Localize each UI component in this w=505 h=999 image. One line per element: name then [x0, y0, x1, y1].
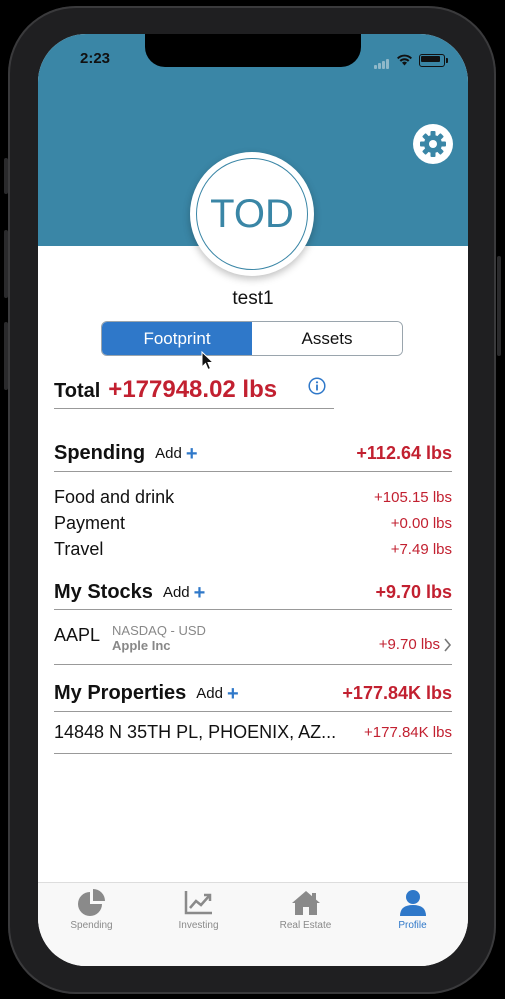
spending-row[interactable]: Payment +0.00 lbs: [54, 513, 452, 534]
stocks-total: +9.70 lbs: [375, 582, 452, 602]
spending-row[interactable]: Travel +7.49 lbs: [54, 539, 452, 560]
battery-icon: [419, 53, 448, 67]
tab-spending-label: Spending: [70, 920, 113, 931]
tab-profile[interactable]: Profile: [359, 889, 466, 931]
person-icon: [399, 890, 426, 916]
mute-switch: [4, 158, 8, 194]
info-icon[interactable]: [308, 377, 326, 395]
properties-header: My Properties Add + +177.84K lbs: [54, 682, 452, 705]
gear-icon: [420, 131, 446, 157]
status-time: 2:23: [80, 50, 111, 67]
total-divider: [54, 408, 334, 409]
stock-exchange: NASDAQ - USD: [112, 623, 206, 638]
mouse-cursor-icon: [201, 351, 215, 371]
spending-row[interactable]: Food and drink +105.15 lbs: [54, 487, 452, 508]
total-value: +177948.02 lbs: [108, 376, 278, 403]
plus-icon: +: [185, 442, 198, 465]
segment-assets[interactable]: Assets: [252, 322, 402, 355]
spending-row-label: Payment: [54, 513, 126, 533]
stock-row-divider: [54, 664, 452, 665]
tab-spending[interactable]: Spending: [38, 889, 145, 931]
properties-total: +177.84K lbs: [342, 683, 452, 703]
property-address: 14848 N 35TH PL, PHOENIX, AZ...: [54, 722, 337, 742]
properties-add-button[interactable]: Add +: [196, 684, 238, 704]
property-row-divider: [54, 753, 452, 754]
spending-row-label: Travel: [54, 539, 104, 559]
avatar[interactable]: TOD: [190, 152, 314, 276]
avatar-initials: TOD: [196, 158, 308, 270]
stock-row[interactable]: AAPL NASDAQ - USD Apple Inc +9.70 lbs: [54, 623, 452, 659]
username: test1: [232, 288, 274, 309]
total-label: Total: [54, 380, 101, 402]
status-icons: [374, 51, 448, 69]
cellular-signal-icon: [374, 51, 390, 69]
tab-bar: Spending Investing Real Estate Profile: [38, 882, 468, 966]
spending-row-label: Food and drink: [54, 487, 175, 507]
volume-down-button: [4, 322, 8, 390]
stock-value: +9.70 lbs: [378, 636, 440, 653]
power-button: [497, 256, 501, 356]
view-segmented-control[interactable]: Footprint Assets: [101, 321, 403, 356]
spending-header: Spending Add + +112.64 lbs: [54, 442, 452, 465]
app-screen: 2:23 TOD test1 Footprint Assets Total +1…: [38, 34, 468, 966]
plus-icon: +: [193, 581, 206, 604]
stocks-title: My Stocks: [54, 581, 153, 603]
spending-divider: [54, 471, 452, 472]
tab-investing[interactable]: Investing: [145, 889, 252, 931]
wifi-icon: [397, 54, 412, 66]
tab-investing-label: Investing: [178, 920, 219, 931]
tab-real-estate-label: Real Estate: [279, 920, 332, 931]
segment-footprint[interactable]: Footprint: [102, 322, 252, 355]
spending-row-value: +0.00 lbs: [390, 515, 452, 532]
spending-total: +112.64 lbs: [356, 443, 452, 463]
stocks-add-label: Add: [162, 584, 190, 601]
spending-add-label: Add: [155, 445, 182, 462]
total-row: Total +177948.02 lbs: [54, 376, 277, 404]
house-icon: [291, 891, 320, 915]
settings-button[interactable]: [413, 124, 453, 164]
spending-row-value: +105.15 lbs: [374, 489, 452, 506]
volume-up-button: [4, 230, 8, 298]
tab-profile-label: Profile: [398, 920, 427, 931]
properties-add-label: Add: [196, 685, 223, 702]
spending-title: Spending: [54, 442, 146, 464]
stocks-add-button[interactable]: Add +: [163, 583, 205, 603]
stocks-header: My Stocks Add + +9.70 lbs: [54, 581, 452, 604]
properties-divider: [54, 711, 452, 712]
stocks-divider: [54, 609, 452, 610]
trend-chart-icon: [184, 891, 212, 915]
stock-company: Apple Inc: [112, 638, 171, 653]
spending-add-button[interactable]: Add +: [155, 444, 197, 464]
property-row[interactable]: 14848 N 35TH PL, PHOENIX, AZ... +177.84K…: [54, 722, 452, 743]
plus-icon: +: [226, 682, 239, 705]
pie-chart-icon: [77, 889, 105, 916]
property-value: +177.84K lbs: [364, 724, 452, 741]
spending-row-value: +7.49 lbs: [390, 541, 452, 558]
properties-title: My Properties: [54, 682, 187, 704]
notch: [145, 34, 361, 67]
tab-real-estate[interactable]: Real Estate: [252, 889, 359, 931]
stock-ticker: AAPL: [54, 625, 101, 645]
chevron-right-icon: [444, 638, 452, 652]
stock-details: NASDAQ - USD Apple Inc: [112, 623, 206, 653]
